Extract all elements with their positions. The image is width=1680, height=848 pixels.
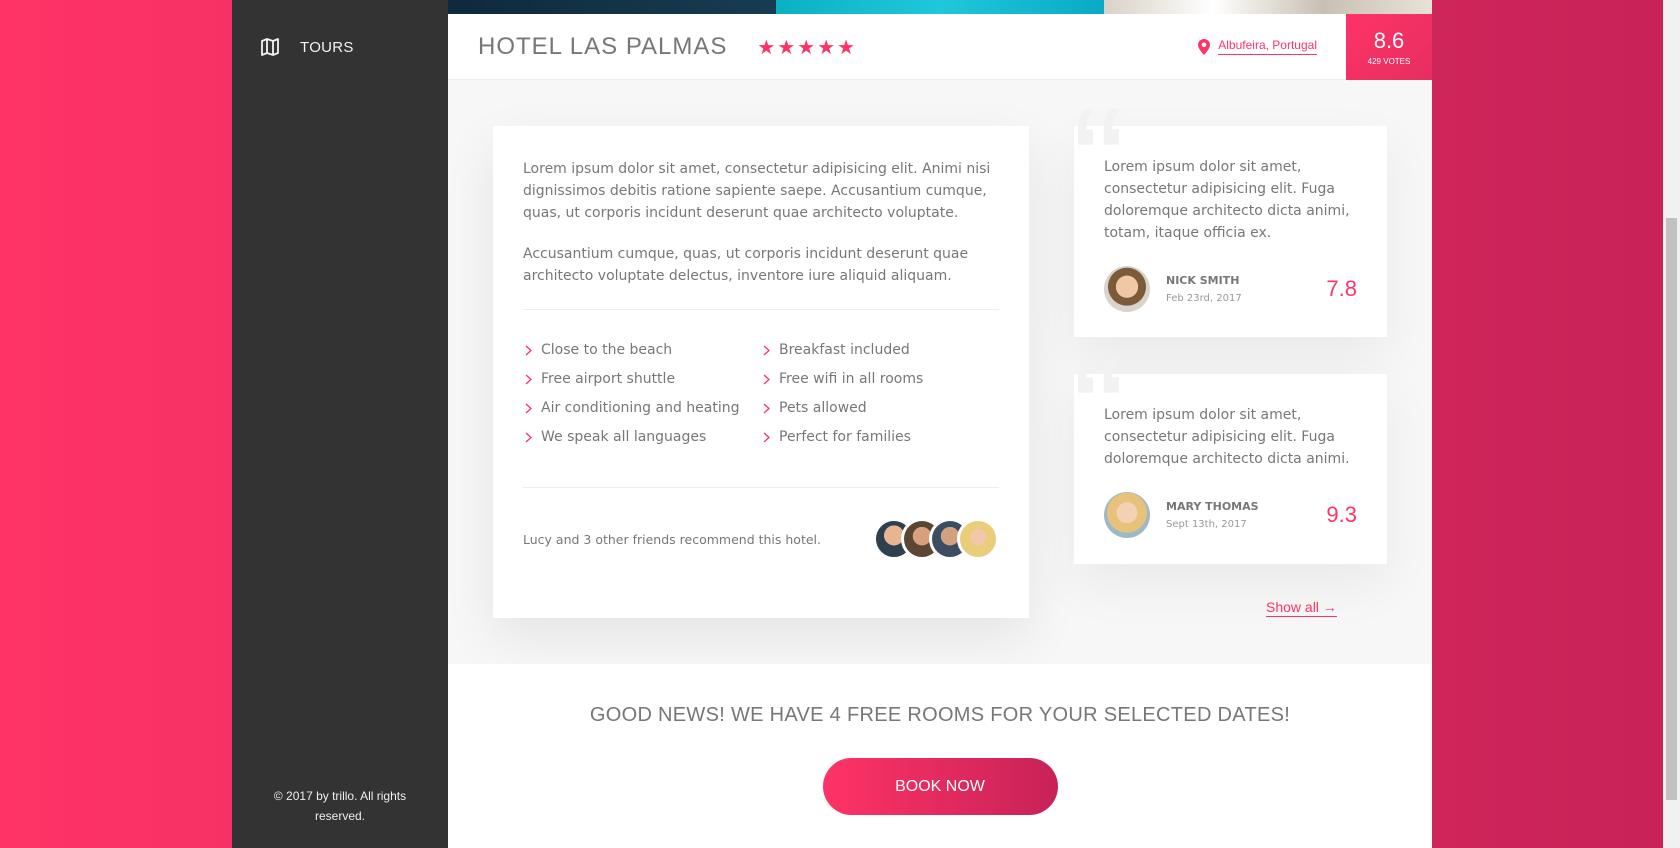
rating-average: 8.6 xyxy=(1373,27,1405,53)
description-paragraph: Lorem ipsum dolor sit amet, consectetur … xyxy=(523,161,991,221)
hotel-name: HOTEL LAS PALMAS xyxy=(478,32,728,60)
review-user: NICK SMITH Feb 23rd, 2017 7.8 xyxy=(1104,266,1357,312)
reviewer-name: NICK SMITH xyxy=(1166,274,1240,287)
chevron-right-icon xyxy=(525,432,532,442)
review-user: MARY THOMAS Sept 13th, 2017 9.3 xyxy=(1104,492,1357,538)
sidebar-item-label: TOURS xyxy=(300,38,354,56)
map-icon xyxy=(261,38,279,56)
hotel-view: HOTEL LAS PALMAS ★★★★★ Albufeira, Portug… xyxy=(448,0,1432,848)
legal-text: © 2017 by trillo. All rights reserved. xyxy=(273,789,407,823)
chevron-right-icon xyxy=(525,403,532,413)
divider xyxy=(523,487,999,488)
gallery xyxy=(448,0,1432,14)
list-item: Free airport shuttle xyxy=(523,369,761,389)
sidebar-item-tours[interactable]: TOURS xyxy=(260,37,354,57)
chevron-right-icon xyxy=(763,403,770,413)
feature-label: Free wifi in all rooms xyxy=(779,371,924,387)
avatar xyxy=(1104,266,1150,312)
divider xyxy=(523,309,999,310)
overview-bar: HOTEL LAS PALMAS ★★★★★ Albufeira, Portug… xyxy=(448,13,1432,80)
review-date: Sept 13th, 2017 xyxy=(1166,519,1247,530)
show-all-link[interactable]: Show all → xyxy=(1266,599,1337,617)
rating-count: 429 VOTES xyxy=(1367,56,1411,66)
list-item: Perfect for families xyxy=(761,427,999,447)
feature-label: Pets allowed xyxy=(779,400,867,416)
review-text: Lorem ipsum dolor sit amet, consectetur … xyxy=(1104,159,1350,241)
avatar[interactable] xyxy=(957,518,999,560)
feature-label: We speak all languages xyxy=(541,429,707,445)
chevron-right-icon xyxy=(525,374,532,384)
review-score: 9.3 xyxy=(1326,502,1357,527)
reviews: Lorem ipsum dolor sit amet, consectetur … xyxy=(1072,84,1387,601)
app-container: TOURS © 2017 by trillo. All rights reser… xyxy=(232,0,1432,848)
recommend-row: Lucy and 3 other friends recommend this … xyxy=(523,518,999,560)
chevron-right-icon xyxy=(763,374,770,384)
review-card: Lorem ipsum dolor sit amet, consectetur … xyxy=(1072,84,1387,337)
sidebar: TOURS © 2017 by trillo. All rights reser… xyxy=(232,0,448,848)
chevron-right-icon xyxy=(525,345,532,355)
list-item: Close to the beach xyxy=(523,340,761,360)
map-pin-icon xyxy=(1198,38,1211,55)
description-paragraph: Accusantium cumque, quas, ut corporis in… xyxy=(523,246,969,284)
review-card: Lorem ipsum dolor sit amet, consectetur … xyxy=(1072,332,1387,564)
review-text: Lorem ipsum dolor sit amet, consectetur … xyxy=(1104,407,1350,467)
feature-label: Perfect for families xyxy=(779,429,911,445)
feature-list: Close to the beach Breakfast included Fr… xyxy=(523,340,999,447)
feature-label: Air conditioning and heating xyxy=(541,400,740,416)
chevron-right-icon xyxy=(763,432,770,442)
gallery-photo[interactable] xyxy=(776,0,1104,14)
review-user-info: MARY THOMAS Sept 13th, 2017 xyxy=(1166,500,1326,530)
list-item: Pets allowed xyxy=(761,398,999,418)
avatar xyxy=(1104,492,1150,538)
rating-badge: 8.6 429 VOTES xyxy=(1346,13,1432,80)
list-item: Free wifi in all rooms xyxy=(761,369,999,389)
review-date: Feb 23rd, 2017 xyxy=(1166,293,1242,304)
recommend-text: Lucy and 3 other friends recommend this … xyxy=(523,531,821,547)
reviewer-name: MARY THOMAS xyxy=(1166,500,1259,513)
star-rating: ★★★★★ xyxy=(757,34,858,59)
scrollbar[interactable] xyxy=(1663,0,1680,848)
description-card: Lorem ipsum dolor sit amet, consectetur … xyxy=(493,126,1029,618)
gallery-photo[interactable] xyxy=(448,0,776,14)
location-link[interactable]: Albufeira, Portugal xyxy=(1218,38,1317,55)
feature-label: Free airport shuttle xyxy=(541,371,676,387)
chevron-right-icon xyxy=(763,345,770,355)
cta-section: GOOD NEWS! WE HAVE 4 FREE ROOMS FOR YOUR… xyxy=(448,664,1432,848)
friend-avatars xyxy=(873,518,999,560)
book-now-button[interactable]: BOOK NOW xyxy=(822,758,1058,815)
cta-title: GOOD NEWS! WE HAVE 4 FREE ROOMS FOR YOUR… xyxy=(589,704,1291,726)
location[interactable]: Albufeira, Portugal xyxy=(1198,38,1317,55)
list-item: Air conditioning and heating xyxy=(523,398,761,418)
feature-label: Breakfast included xyxy=(779,342,910,358)
review-score: 7.8 xyxy=(1326,276,1357,301)
list-item: We speak all languages xyxy=(523,427,761,447)
feature-label: Close to the beach xyxy=(541,342,673,358)
scrollbar-thumb[interactable] xyxy=(1666,218,1677,800)
gallery-photo[interactable] xyxy=(1104,0,1432,14)
review-user-info: NICK SMITH Feb 23rd, 2017 xyxy=(1166,274,1326,304)
list-item: Breakfast included xyxy=(761,340,999,360)
